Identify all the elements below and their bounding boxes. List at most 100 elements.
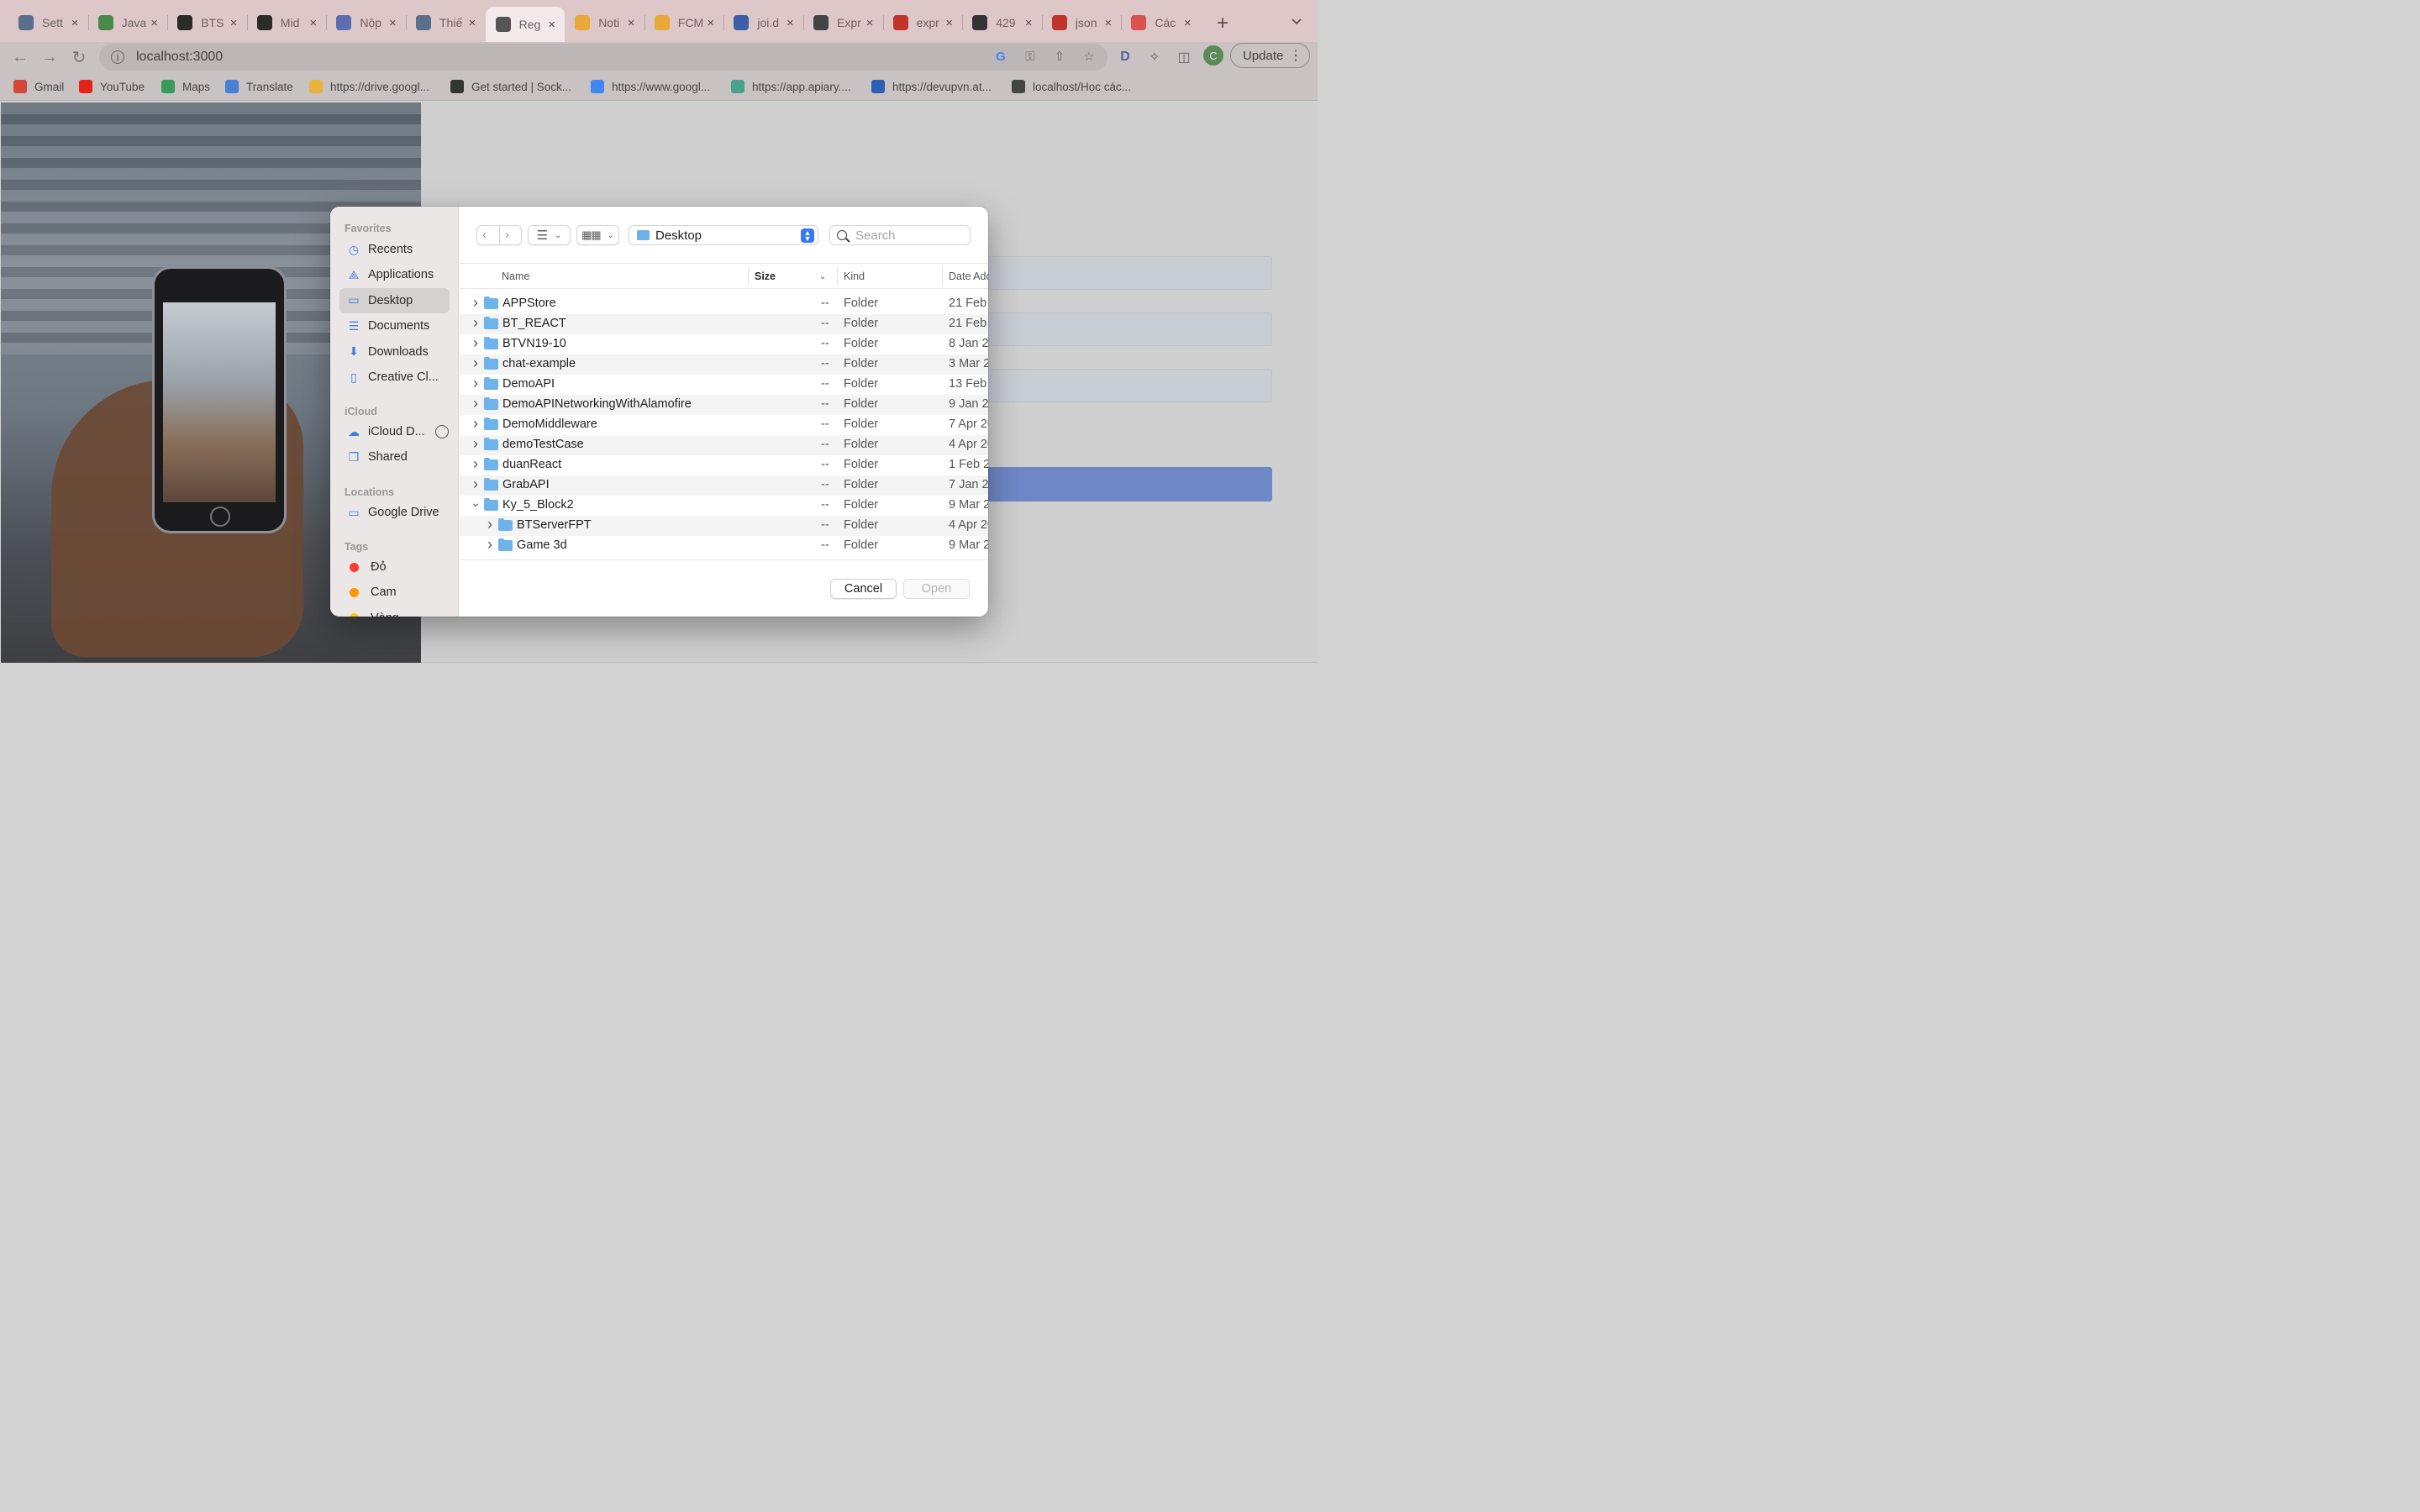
forward-chevron-icon[interactable]: ›	[505, 228, 509, 242]
tab-search-chevron-icon[interactable]	[1291, 15, 1302, 27]
close-icon[interactable]: ×	[546, 18, 558, 32]
column-divider[interactable]	[942, 267, 943, 286]
bookmark-10[interactable]: localhost/Học các...	[1012, 79, 1131, 94]
update-button[interactable]: Update ⋮	[1230, 43, 1310, 68]
site-info-icon[interactable]: i	[111, 50, 124, 64]
tab-5[interactable]: Nộp ×	[326, 7, 405, 39]
disclosure-right-icon[interactable]: ›	[471, 354, 481, 371]
table-row[interactable]: › APPStore -- Folder 21 Feb 2023	[460, 294, 988, 314]
form-input-2[interactable]	[976, 312, 1272, 346]
disclosure-right-icon[interactable]: ›	[471, 475, 481, 492]
sidebar-item-google-drive[interactable]: ▭ Google Drive	[339, 500, 450, 525]
table-row[interactable]: › GrabAPI -- Folder 7 Jan 2023	[460, 475, 988, 496]
close-icon[interactable]: ×	[1023, 16, 1034, 30]
disclosure-right-icon[interactable]: ›	[471, 294, 481, 311]
disclosure-right-icon[interactable]: ›	[471, 395, 481, 412]
reload-icon[interactable]: ↻	[69, 47, 89, 67]
disclosure-right-icon[interactable]: ›	[471, 334, 481, 351]
share-icon[interactable]: ⇧	[1052, 49, 1067, 64]
bookmark-9[interactable]: https://devupvn.at...	[871, 79, 992, 94]
tab-9[interactable]: FCM ×	[644, 7, 723, 39]
sort-chevron-icon[interactable]: ⌄	[819, 272, 826, 281]
url-text[interactable]: localhost:3000	[136, 50, 223, 65]
tab-3[interactable]: BTS ×	[167, 7, 246, 39]
tab-13[interactable]: 429 ×	[962, 7, 1041, 39]
form-input-3[interactable]	[976, 369, 1272, 402]
tab-15[interactable]: Các ×	[1121, 7, 1200, 39]
more-menu-icon[interactable]: ⋮	[1289, 47, 1302, 64]
table-row[interactable]: › chat-example -- Folder 3 Mar 2023	[460, 354, 988, 375]
search-input[interactable]: Search	[829, 225, 971, 245]
close-icon[interactable]: ×	[228, 16, 239, 30]
tab-10[interactable]: joi.d ×	[723, 7, 802, 39]
bookmark-2[interactable]: YouTube	[79, 79, 145, 94]
table-row[interactable]: › DemoAPINetworkingWithAlamofire -- Folder 9…	[460, 395, 988, 415]
column-name[interactable]: Name	[502, 270, 529, 282]
sidebar-item-downloads[interactable]: ⬇ Downloads	[339, 339, 450, 365]
google-lens-icon[interactable]: G	[993, 49, 1008, 64]
close-icon[interactable]: ×	[864, 16, 876, 30]
close-icon[interactable]: ×	[784, 16, 796, 30]
table-row[interactable]: › demoTestCase -- Folder 4 Apr 2023	[460, 435, 988, 455]
table-row[interactable]: › duanReact -- Folder 1 Feb 2023	[460, 455, 988, 475]
tag-item[interactable]: Đỏ	[339, 554, 450, 580]
bookmark-8[interactable]: https://app.apiary....	[731, 79, 851, 94]
bookmark-3[interactable]: Maps	[161, 79, 210, 94]
close-icon[interactable]: ×	[1102, 16, 1114, 30]
location-popup[interactable]: Desktop ▲ ▼	[629, 225, 818, 245]
column-date[interactable]: Date Added	[949, 270, 988, 282]
sidebar-item-icloud-d[interactable]: ☁ iCloud D...	[339, 419, 450, 444]
table-row[interactable]: ⌄ Ky_5_Block2 -- Folder 9 Mar 2023	[460, 496, 988, 516]
disclosure-right-icon[interactable]: ›	[485, 536, 495, 553]
forward-arrow-icon[interactable]: →	[39, 47, 60, 67]
form-submit-button[interactable]	[976, 467, 1272, 501]
disclosure-down-icon[interactable]: ⌄	[471, 496, 481, 509]
back-chevron-icon[interactable]: ‹	[482, 228, 487, 242]
bookmark-5[interactable]: https://drive.googl...	[309, 79, 429, 94]
cancel-button[interactable]: Cancel	[830, 579, 897, 599]
back-arrow-icon[interactable]: ←	[10, 47, 30, 67]
column-divider[interactable]	[837, 267, 838, 286]
tab-6[interactable]: Thiế ×	[406, 7, 485, 39]
disclosure-right-icon[interactable]: ›	[471, 435, 481, 452]
table-row[interactable]: › DemoAPI -- Folder 13 Feb 2023	[460, 375, 988, 395]
open-button[interactable]: Open	[903, 579, 970, 599]
disclosure-right-icon[interactable]: ›	[471, 455, 481, 472]
sidebar-item-documents[interactable]: ☰ Documents	[339, 313, 450, 339]
tab-4[interactable]: Mid ×	[247, 7, 326, 39]
close-icon[interactable]: ×	[944, 16, 955, 30]
sidebar-item-recents[interactable]: ◷ Recents	[339, 237, 450, 262]
close-icon[interactable]: ×	[308, 16, 319, 30]
table-row[interactable]: › BT_REACT -- Folder 21 Feb 2023	[460, 314, 988, 334]
new-tab-plus-icon[interactable]: +	[1217, 12, 1228, 35]
address-bar[interactable]: i localhost:3000	[99, 44, 1107, 71]
icon-view-button[interactable]: ▦▦ ⌄	[576, 225, 619, 245]
tag-item[interactable]: Cam	[339, 580, 450, 605]
key-icon[interactable]: ⚿	[1023, 49, 1038, 64]
column-size[interactable]: Size	[755, 270, 776, 282]
extensions-puzzle-icon[interactable]: ✧	[1144, 47, 1165, 67]
tab-8[interactable]: Noti ×	[565, 7, 644, 39]
list-view-button[interactable]: ☰ ⌄	[528, 225, 571, 245]
table-row[interactable]: › BTVN19-10 -- Folder 8 Jan 2023	[460, 334, 988, 354]
side-panel-icon[interactable]: ◫	[1174, 47, 1194, 67]
sidebar-item-desktop[interactable]: ▭ Desktop	[339, 287, 450, 313]
table-row[interactable]: › BTServerFPT -- Folder 4 Apr 2023	[460, 516, 988, 536]
disclosure-right-icon[interactable]: ›	[471, 375, 481, 391]
column-divider[interactable]	[748, 267, 749, 286]
disclosure-right-icon[interactable]: ›	[471, 314, 481, 331]
sidebar-item-shared[interactable]: ❐ Shared	[339, 444, 450, 470]
sidebar-item-applications[interactable]: ⟁ Applications	[339, 262, 450, 287]
form-input-1[interactable]	[976, 256, 1272, 290]
close-icon[interactable]: ×	[387, 16, 398, 30]
extension-d-icon[interactable]: D	[1115, 47, 1135, 67]
sidebar-item-creative-cl[interactable]: ▯ Creative Cl...	[339, 365, 450, 390]
tag-item[interactable]: Vàng	[339, 606, 450, 617]
tab-11[interactable]: Expr ×	[803, 7, 882, 39]
avatar[interactable]: C	[1203, 45, 1223, 66]
bookmark-1[interactable]: Gmail	[13, 79, 64, 94]
bookmark-4[interactable]: Translate	[225, 79, 293, 94]
column-kind[interactable]: Kind	[844, 270, 865, 282]
close-icon[interactable]: ×	[705, 16, 717, 30]
disclosure-right-icon[interactable]: ›	[471, 415, 481, 432]
